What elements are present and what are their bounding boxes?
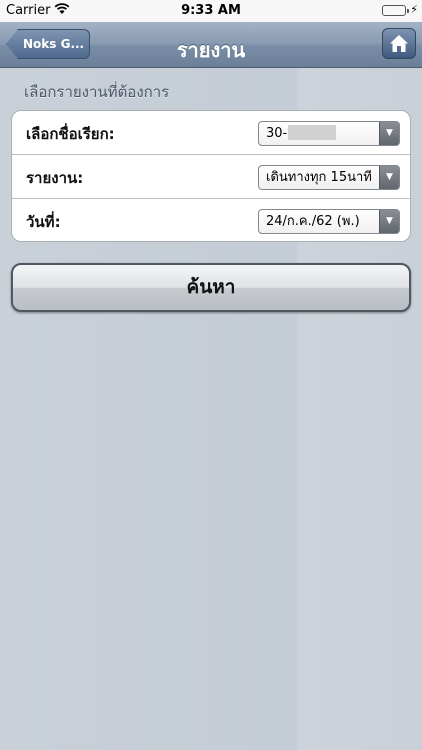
dropdown-arrow-icon: ▼ <box>379 210 399 233</box>
dropdown-arrow-icon: ▼ <box>379 122 399 145</box>
row-date: วันที่: 24/ก.ค./62 (พ.) ▼ <box>12 199 410 241</box>
search-button[interactable]: ค้นหา <box>11 263 411 312</box>
redacted-block <box>288 125 337 140</box>
vehicle-select[interactable]: 30- ▼ <box>258 121 400 146</box>
status-time: 9:33 AM <box>181 3 241 18</box>
bolt-icon: ⚡ <box>410 3 418 16</box>
date-select[interactable]: 24/ก.ค./62 (พ.) ▼ <box>258 209 400 234</box>
battery-icon <box>382 5 409 16</box>
dropdown-arrow-icon: ▼ <box>379 166 399 189</box>
date-value: 24/ก.ค./62 (พ.) <box>266 214 360 229</box>
status-bar: Carrier 9:33 AM ⚡ <box>0 0 422 22</box>
vehicle-value: 30- <box>266 126 288 141</box>
row-vehicle: เลือกชื่อเรียก: 30- ▼ <box>12 111 410 155</box>
home-button[interactable] <box>382 28 416 59</box>
navigation-bar: Noks G... รายงาน <box>0 22 422 68</box>
report-select[interactable]: เดินทางทุก 15นาที ▼ <box>258 165 400 190</box>
report-form: เลือกชื่อเรียก: 30- ▼ รายงาน: เดินทางทุก… <box>11 110 411 242</box>
vehicle-label: เลือกชื่อเรียก: <box>26 125 115 143</box>
section-label: เลือกรายงานที่ต้องการ <box>24 83 170 101</box>
row-report: รายงาน: เดินทางทุก 15นาที ▼ <box>12 155 410 199</box>
page-title: รายงาน <box>176 38 246 62</box>
report-label: รายงาน: <box>26 169 84 187</box>
date-label: วันที่: <box>26 213 61 231</box>
report-value: เดินทางทุก 15นาที <box>266 170 372 185</box>
